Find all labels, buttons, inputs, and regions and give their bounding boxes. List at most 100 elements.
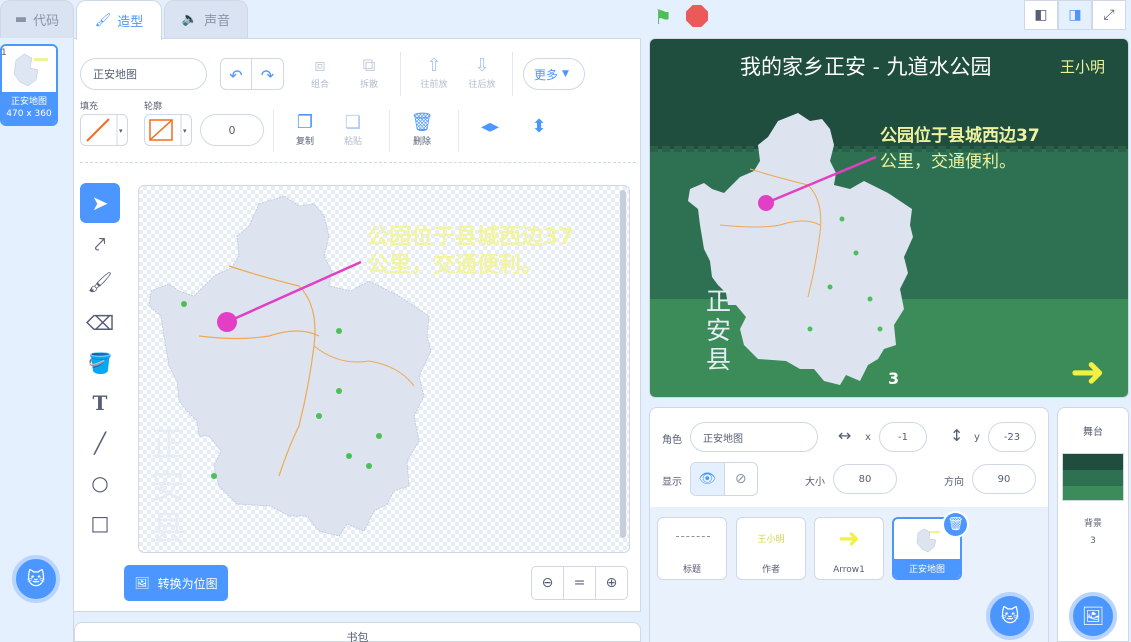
text-tool[interactable]: T (80, 383, 120, 423)
sprite-name-input[interactable]: 正安地图 (690, 422, 818, 452)
line-tool[interactable]: ╱ (80, 423, 120, 463)
eraser-tool[interactable]: ⌫ (80, 303, 120, 343)
zoom-in-icon[interactable]: ⊕ (596, 567, 627, 599)
canvas-county-char3: 县 (151, 509, 185, 549)
forward-button[interactable]: ⇧ 往前放 (414, 55, 454, 90)
tab-costumes-label: 造型 (117, 15, 144, 30)
image-plus-icon: 🖼 (1081, 605, 1105, 627)
choose-sprite-button[interactable]: 🐱 (986, 592, 1034, 640)
tab-costumes[interactable]: 🖌 造型 (76, 0, 162, 40)
brush-tool-icon: 🖌 (87, 270, 113, 294)
eye-icon[interactable]: 👁 (691, 463, 725, 495)
group-button[interactable]: ⧈ 组合 (300, 55, 340, 90)
brush-tool[interactable]: 🖌 (80, 262, 120, 302)
green-flag-icon[interactable]: ⚑ (654, 5, 672, 29)
ungroup-icon: ⧉ (362, 55, 376, 76)
stage-page-number: 3 (888, 369, 900, 388)
sprite-name-title: 标题 (682, 565, 701, 575)
arrow-preview-icon: ➜ (838, 524, 860, 554)
stage-author: 王小明 (1060, 58, 1106, 76)
title-preview (676, 536, 710, 538)
sprite-tile-author[interactable]: 王小明 作者 (736, 517, 806, 580)
sprite-tile-arrow[interactable]: ➜ Arrow1 (814, 517, 884, 580)
costume-list-scrollbar[interactable] (62, 40, 72, 600)
select-tool[interactable]: ➤ (80, 183, 120, 223)
ungroup-button[interactable]: ⧉ 拆散 (349, 55, 389, 90)
outline-width-input[interactable]: 0 (200, 114, 264, 146)
large-stage-icon[interactable]: ◨ (1058, 0, 1092, 30)
choose-costume-button[interactable]: 🐱 (12, 555, 60, 603)
backpack[interactable]: 书包 (74, 622, 641, 642)
eye-slash-icon[interactable]: ⊘ (725, 463, 758, 495)
direction-label: 方向 (944, 477, 964, 488)
size-input[interactable]: 80 (833, 464, 897, 494)
costume-name-input[interactable]: 正安地图 (80, 58, 207, 90)
delete-sprite-button[interactable]: 🗑 (942, 511, 969, 538)
stage-callout-line1: 公园位于县城西边37 (880, 126, 1040, 146)
sprite-tile-title[interactable]: 标题 (657, 517, 727, 580)
undo-icon[interactable]: ↶ (221, 59, 253, 89)
tab-code[interactable]: ▬ 代码 (0, 0, 74, 38)
costume-name: 正安地图 (10, 97, 47, 107)
rectangle-tool[interactable]: □ (80, 503, 120, 543)
stage[interactable]: 我的家乡正安 - 九道水公园 王小明 公园位于县城西边37 公里，交通便利。 正… (649, 38, 1129, 398)
more-label: 更多 (534, 67, 559, 82)
canvas-county-char1: 正 (151, 425, 185, 465)
undo-redo-group: ↶ ↷ (220, 58, 284, 90)
rectangle-icon: □ (90, 511, 110, 535)
trash-icon: 🗑 (947, 517, 964, 532)
forward-label: 往前放 (420, 80, 448, 90)
copy-label: 复制 (295, 137, 314, 147)
circle-tool[interactable]: ○ (80, 463, 120, 503)
pointer-icon: ➤ (91, 191, 109, 215)
paste-icon: ❏ (344, 112, 362, 133)
redo-icon[interactable]: ↷ (252, 59, 283, 89)
choose-backdrop-button[interactable]: 🖼 (1069, 592, 1117, 640)
fill-color-picker[interactable]: ▾ (80, 114, 128, 146)
stage-county-char2: 安 (706, 316, 732, 345)
backdrop-count: 3 (1090, 536, 1096, 546)
copy-icon: ❐ (296, 112, 314, 133)
paint-bucket-icon: 🪣 (87, 351, 113, 375)
arrow-up-icon: ⇧ (426, 55, 442, 76)
fullscreen-icon[interactable]: ⤢ (1092, 0, 1126, 30)
paint-canvas[interactable]: 公园位于县城西边37 公里，交通便利。 正 安 县 (138, 185, 630, 553)
x-label: x (865, 432, 871, 443)
delete-button[interactable]: 🗑 删除 (402, 112, 442, 147)
show-label: 显示 (662, 477, 682, 488)
reshape-tool[interactable]: ⤤ (80, 224, 120, 264)
copy-button[interactable]: ❐ 复制 (285, 112, 325, 147)
costume-tile[interactable]: 正安地图 470 x 360 (0, 44, 58, 126)
flip-vertical-button[interactable]: ⬍ (519, 116, 559, 138)
y-input[interactable]: -23 (988, 422, 1036, 452)
direction-input[interactable]: 90 (972, 464, 1036, 494)
paste-label: 粘贴 (343, 137, 362, 147)
fill-tool[interactable]: 🪣 (80, 343, 120, 383)
circle-icon: ○ (91, 471, 109, 495)
flip-horizontal-button[interactable]: ◂▸ (470, 116, 510, 138)
paste-button[interactable]: ❏ 粘贴 (333, 112, 373, 147)
convert-to-bitmap-button[interactable]: 🖼 转换为位图 (124, 565, 228, 601)
reshape-icon: ⤤ (94, 232, 106, 256)
tab-code-label: 代码 (33, 14, 60, 29)
more-button[interactable]: 更多 ▼ (523, 58, 585, 90)
stage-size-controls: ◧ ◨ ⤢ (1024, 0, 1131, 32)
vertical-arrows-icon: ↕ (950, 426, 964, 445)
y-value: -23 (1003, 431, 1021, 443)
backward-label: 往后放 (468, 80, 496, 90)
backward-button[interactable]: ⇩ 往后放 (462, 55, 502, 90)
zoom-out-icon[interactable]: ⊖ (532, 567, 564, 599)
tab-sounds[interactable]: 🔈 声音 (164, 0, 248, 38)
outline-width-value: 0 (228, 123, 236, 137)
direction-value: 90 (997, 473, 1011, 485)
stage-panel-title: 舞台 (1083, 427, 1103, 438)
small-stage-icon[interactable]: ◧ (1024, 0, 1058, 30)
x-input[interactable]: -1 (879, 422, 927, 452)
zoom-reset-button[interactable]: = (564, 567, 596, 599)
stop-icon[interactable] (686, 5, 708, 27)
backdrop-label: 背景 (1083, 519, 1102, 529)
stage-callout-line2: 公里，交通便利。 (880, 152, 1016, 172)
canvas-scrollbar[interactable] (620, 190, 626, 538)
stage-county-char1: 正 (706, 287, 732, 316)
outline-color-picker[interactable]: ▾ (144, 114, 192, 146)
